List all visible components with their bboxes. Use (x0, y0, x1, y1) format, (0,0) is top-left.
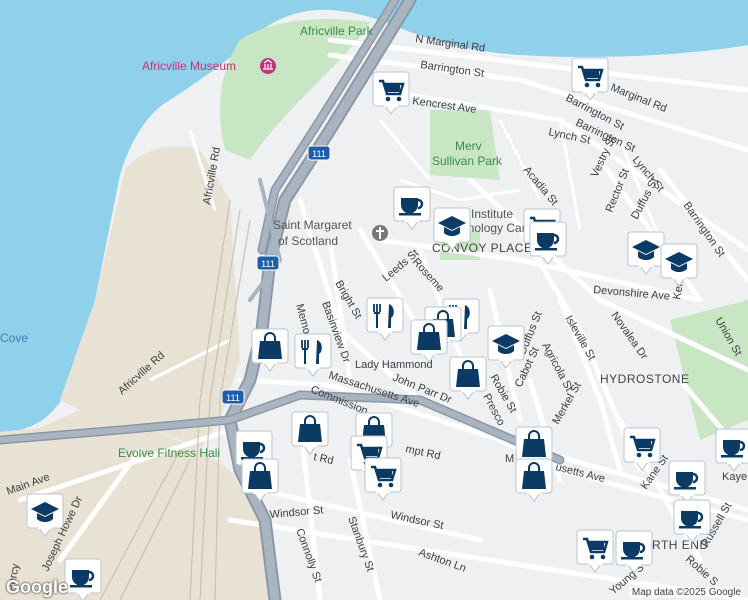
highway-shield: 111 (307, 145, 331, 161)
poi-africville-park[interactable]: Africville Park (300, 24, 374, 38)
water-label-cove: Cove (0, 331, 28, 345)
church-icon[interactable] (372, 225, 388, 241)
svg-text:111: 111 (226, 393, 240, 403)
highway-shield: 111 (221, 389, 245, 405)
svg-text:111: 111 (312, 149, 326, 159)
area-hydrostone: HYDROSTONE (600, 372, 689, 386)
poi-africville-museum[interactable]: Africville Museum (142, 59, 236, 73)
poi-merv-sullivan-park[interactable]: Merv (455, 139, 482, 153)
poi-merv-sullivan-park[interactable]: Sullivan Park (432, 154, 503, 168)
poi-institute[interactable]: hnology Cam (461, 221, 532, 235)
poi-saint-margaret[interactable]: of Scotland (278, 234, 338, 248)
street-label: Lady Hammond (355, 359, 433, 371)
street-label: Kaye (722, 471, 747, 483)
svg-text:111: 111 (261, 259, 275, 269)
poi-evolve-fitness[interactable]: Evolve Fitness Hali (118, 446, 220, 460)
area-north-end: RTH END (652, 538, 709, 552)
google-logo[interactable]: Google (6, 577, 68, 598)
poi-institute[interactable]: Institute (471, 207, 513, 221)
map-attribution[interactable]: Map data ©2025 Google (628, 587, 744, 598)
poi-saint-margaret[interactable]: Saint Margaret (273, 218, 352, 232)
street-label: M (505, 453, 514, 465)
map-canvas[interactable]: 111 111 111 N Marginal Rd Barrington St … (0, 0, 748, 600)
museum-icon[interactable] (260, 58, 276, 74)
highway-shield: 111 (256, 255, 280, 271)
